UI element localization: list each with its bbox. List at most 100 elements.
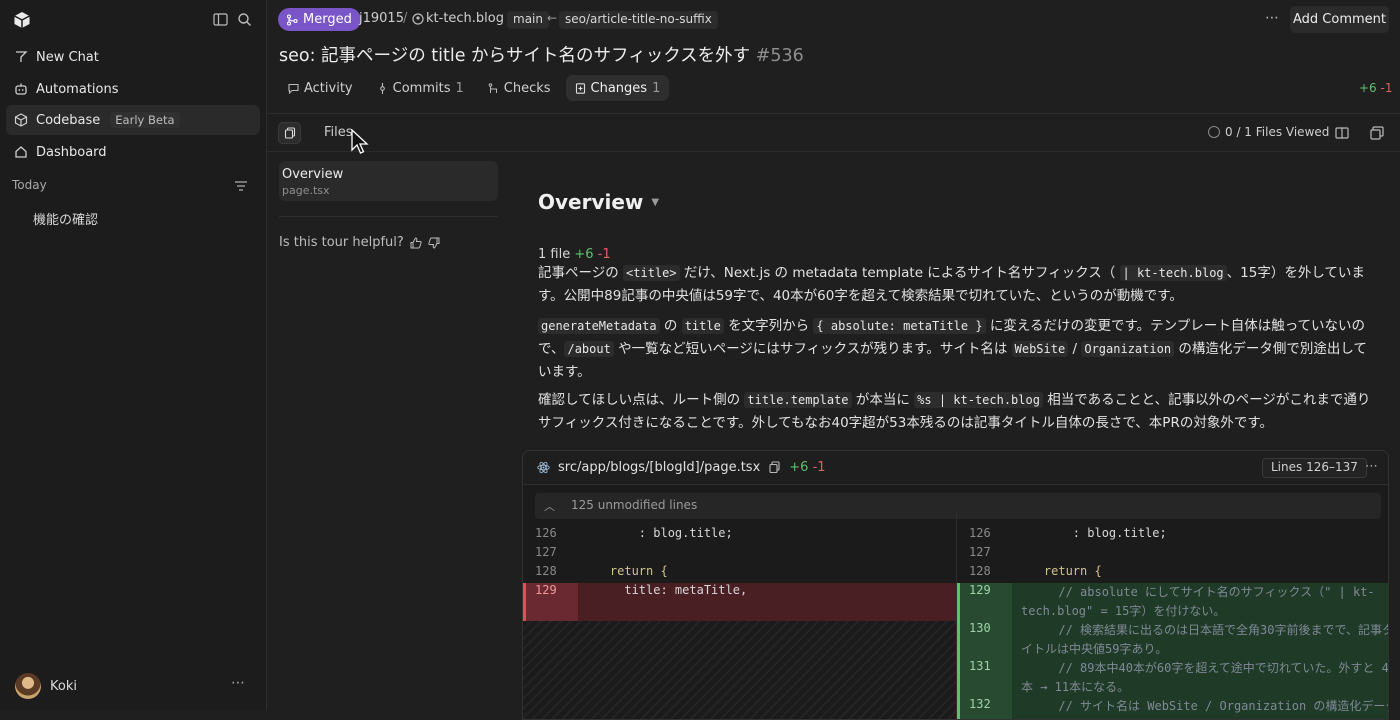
text: の (659, 318, 682, 334)
more-icon[interactable]: ⋯ (1365, 459, 1378, 474)
inline-code: | kt-tech.blog (1119, 265, 1227, 281)
thumbs-up-icon[interactable] (410, 236, 422, 249)
more-icon[interactable]: ⋯ (1265, 10, 1279, 26)
inline-code: generateMetadata (538, 318, 660, 334)
text: を文字列から (723, 318, 814, 334)
feedback-label: Is this tour helpful? (279, 235, 404, 250)
files-toggle[interactable]: Files (324, 125, 353, 140)
section-today: Today (12, 178, 47, 192)
tab-activity[interactable]: Activity (279, 75, 362, 101)
inline-code: title (681, 318, 724, 334)
copy-button[interactable] (278, 122, 301, 144)
diff-stats: +6 -1 (1359, 81, 1393, 95)
additions-count: +6 (1359, 81, 1377, 95)
nav-automations[interactable]: Automations (6, 74, 260, 104)
chat-icon (16, 51, 28, 62)
early-beta-badge: Early Beta (110, 112, 180, 128)
thumbs-down-icon[interactable] (428, 237, 440, 249)
code-text: // 89本中40本が60字を超えて途中で切れていた。外すと 40 (1015, 661, 1389, 675)
code-text: // 検索結果に出るのは日本語で全角30字前後までで、記事タ (1015, 623, 1389, 637)
cube-icon (14, 113, 28, 127)
arrow-left-icon: ← (547, 11, 558, 25)
breadcrumb-org[interactable]: j19015 (359, 11, 404, 26)
inline-code: { absolute: metaTitle } (813, 318, 986, 334)
checks-icon (488, 82, 497, 93)
viewed-circle-icon (1208, 126, 1220, 138)
breadcrumb-repo[interactable]: kt-tech.blog (426, 11, 504, 26)
line-number: 127 (535, 545, 557, 559)
chevron-down-icon: ▼ (651, 196, 660, 208)
nav-codebase[interactable]: Codebase Early Beta (6, 105, 260, 135)
deletions-count: -1 (1380, 81, 1393, 95)
line-number: 129 (969, 583, 991, 597)
tab-label: Checks (503, 80, 551, 96)
line-number: 126 (535, 526, 557, 540)
line-number: 131 (969, 659, 991, 673)
file-path-text[interactable]: src/app/blogs/[blogId]/page.tsx (558, 460, 760, 475)
code-text: return { (581, 564, 668, 578)
nav-label: Codebase (36, 112, 101, 128)
line-number: 128 (535, 564, 557, 578)
tab-label: Changes (590, 80, 648, 96)
sidebar-toggle-icon[interactable] (213, 12, 228, 27)
code-text: // absolute にしてサイト名のサフィックス（" | kt- (1015, 585, 1375, 599)
status-label: Merged (303, 12, 352, 27)
nav-new-chat[interactable]: New Chat (6, 42, 260, 72)
page-title: seo: 記事ページの title からサイト名のサフィックスを外す #536 (279, 42, 804, 67)
files-viewed-counter[interactable]: 0 / 1 Files Viewed (1208, 125, 1329, 139)
heading-text: Overview (538, 190, 644, 214)
files-viewed-label: 0 / 1 Files Viewed (1225, 125, 1330, 139)
code-text: title: metaTitle, (581, 583, 748, 597)
inline-code: <title> (623, 265, 680, 281)
avatar (15, 673, 41, 699)
tab-checks[interactable]: Checks (479, 75, 560, 101)
pr-title-text: seo: 記事ページの title からサイト名のサフィックスを外す (279, 46, 751, 66)
nav-label: Automations (36, 81, 119, 97)
base-branch[interactable]: main (507, 11, 549, 29)
add-comment-button[interactable]: Add Comment (1290, 6, 1389, 33)
main-panel: Merged j19015 / kt-tech.blog main ← seo/… (267, 0, 1400, 720)
diff-file-path: src/app/blogs/[blogId]/page.tsx +6 -1 (537, 460, 826, 475)
chat-history-item[interactable]: 機能の確認 (33, 209, 98, 228)
lines-range-badge[interactable]: Lines 126–137 (1262, 458, 1367, 478)
inline-code: %s | kt-tech.blog (914, 392, 1043, 408)
split-view-icon[interactable] (1335, 126, 1349, 140)
text: だけ、Next.js の metadata template によるサイト名サフ… (679, 265, 1120, 281)
text: 確認してほしい点は、ルート側の (538, 392, 745, 408)
user-profile[interactable]: Koki (15, 673, 77, 699)
file-deletions: -1 (812, 460, 826, 475)
tab-label: Commits (392, 80, 451, 96)
search-icon[interactable] (237, 12, 252, 27)
tour-item-overview[interactable]: Overview page.tsx (279, 161, 498, 201)
line-number: 128 (969, 564, 991, 578)
app-logo-icon[interactable] (13, 11, 31, 29)
diff-file-header: src/app/blogs/[blogId]/page.tsx +6 -1 Li… (523, 451, 1388, 485)
tour-feedback: Is this tour helpful? (279, 235, 440, 250)
tab-label: Activity (304, 80, 353, 96)
divider (279, 216, 498, 217)
more-icon[interactable]: ⋯ (231, 675, 246, 691)
nav-dashboard[interactable]: Dashboard (6, 137, 260, 167)
breadcrumb-separator: / (403, 11, 408, 26)
expand-unmodified-lines[interactable]: ︿ 125 unmodified lines (535, 493, 1381, 519)
file-count-label: 1 file (538, 247, 571, 262)
code-text: return { (1015, 564, 1102, 578)
line-number: 129 (535, 583, 557, 597)
diff-view: src/app/blogs/[blogId]/page.tsx +6 -1 Li… (522, 450, 1389, 720)
code-text: // サイト名は WebSite / Organization の構造化データ (1015, 699, 1389, 713)
merge-icon (286, 13, 298, 26)
overview-heading[interactable]: Overview ▼ (538, 190, 659, 214)
code-text: tech.blog" = 15字）を付けない。 (1021, 604, 1226, 618)
text: や一覧など短いページにはサフィックスが残ります。サイト名は (613, 341, 1012, 357)
inline-code: Organization (1081, 341, 1175, 357)
tab-changes[interactable]: Changes 1 (565, 75, 670, 101)
tour-item-title: Overview (282, 167, 344, 182)
copy-path-icon[interactable] (768, 461, 781, 474)
line-number: 126 (969, 526, 991, 540)
filter-icon[interactable] (234, 179, 248, 193)
tab-commits[interactable]: Commits 1 (368, 75, 473, 101)
pr-number: #536 (755, 46, 804, 66)
collapse-panel-icon[interactable] (1370, 126, 1384, 140)
file-additions: +6 (574, 247, 594, 262)
head-branch[interactable]: seo/article-title-no-suffix (559, 11, 718, 29)
